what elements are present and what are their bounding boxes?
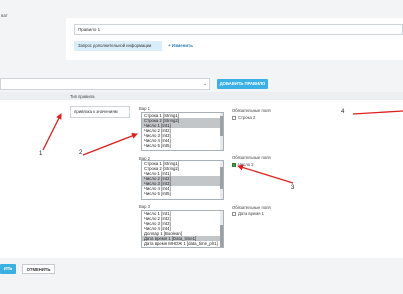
arrow-2 [82,133,138,156]
annotation-3: 3 [291,185,295,191]
arrow-1 [42,113,62,151]
arrow-3 [237,164,294,184]
arrow-4 [352,110,403,115]
annotation-arrows [42,110,403,184]
annotation-4: 4 [341,109,345,115]
annotation-2: 2 [79,150,83,156]
annotation-1: 1 [39,151,43,157]
